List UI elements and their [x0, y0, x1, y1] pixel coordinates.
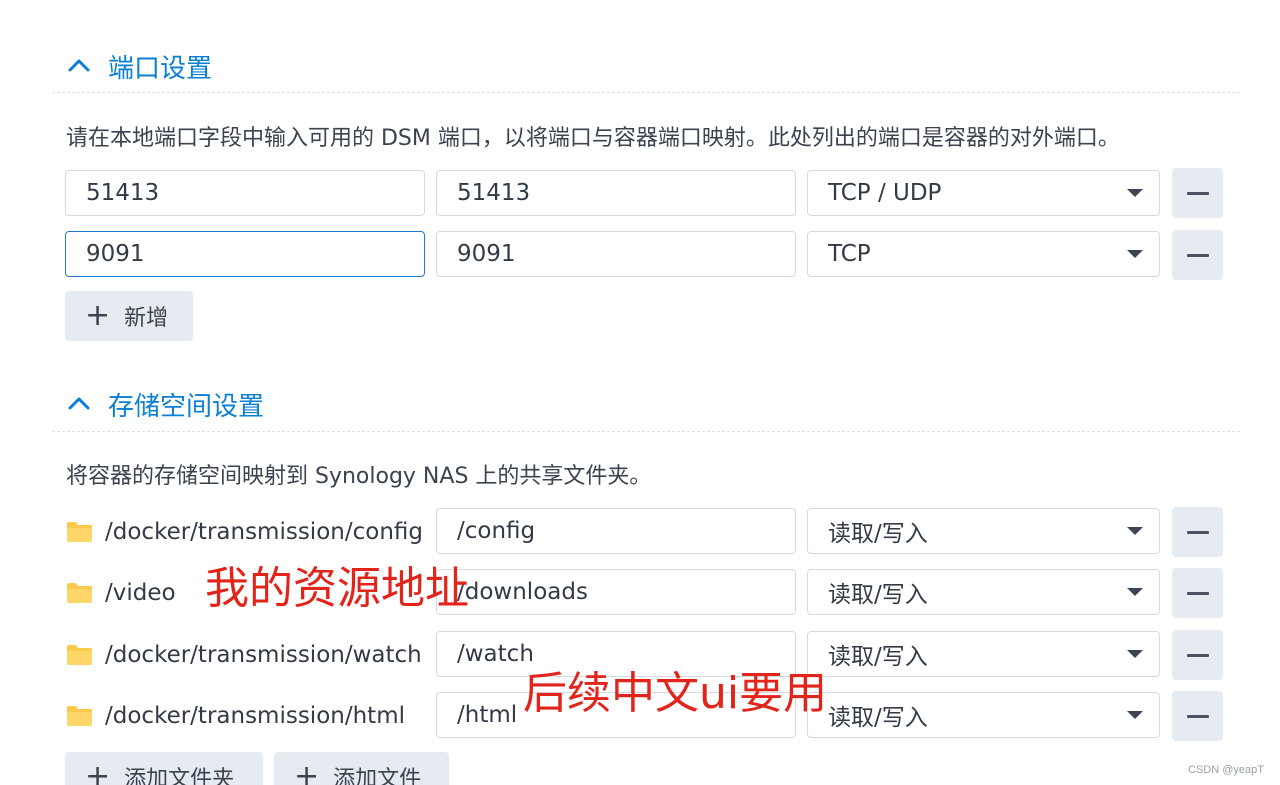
local-port-input[interactable]: 9091 — [65, 231, 425, 277]
folder-path-cell[interactable]: /docker/transmission/watch — [66, 632, 427, 678]
permission-select[interactable]: 读取/写入 — [807, 692, 1160, 738]
folder-path: /docker/transmission/html — [105, 703, 405, 729]
resource-annotation: 我的资源地址 — [205, 563, 469, 614]
container-port-input[interactable]: 9091 — [436, 231, 796, 277]
permission-value: 读取/写入 — [828, 521, 928, 547]
watermark: CSDN @yeapT — [1188, 764, 1264, 776]
add-file-label: 添加文件 — [333, 767, 422, 785]
caret-down-icon — [1127, 189, 1143, 197]
caret-down-icon — [1127, 527, 1143, 535]
storage-section-divider — [52, 431, 1240, 432]
remove-volume-button[interactable] — [1172, 691, 1223, 741]
plus-icon: + — [85, 298, 111, 333]
port-settings-description: 请在本地端口字段中输入可用的 DSM 端口，以将端口与容器端口映射。此处列出的端… — [66, 126, 1120, 151]
protocol-value: TCP — [828, 241, 871, 267]
permission-value: 读取/写入 — [828, 644, 928, 670]
minus-icon — [1186, 653, 1209, 657]
folder-icon — [66, 582, 93, 604]
protocol-select[interactable]: TCP / UDP — [807, 170, 1160, 216]
plus-icon: + — [85, 759, 111, 785]
permission-select[interactable]: 读取/写入 — [807, 631, 1160, 677]
remove-volume-button[interactable] — [1172, 568, 1223, 618]
minus-icon — [1186, 253, 1209, 257]
minus-icon — [1186, 191, 1209, 195]
folder-path-cell[interactable]: /docker/transmission/html — [66, 693, 427, 739]
container-port-input[interactable]: 51413 — [436, 170, 796, 216]
protocol-value: TCP / UDP — [828, 180, 942, 206]
add-file-button[interactable]: + 添加文件 — [274, 752, 449, 785]
storage-settings-header[interactable]: 存储空间设置 — [66, 384, 264, 424]
folder-icon — [66, 644, 93, 666]
remove-volume-button[interactable] — [1172, 507, 1223, 557]
mount-path-input[interactable]: /config — [436, 508, 796, 554]
storage-settings-description: 将容器的存储空间映射到 Synology NAS 上的共享文件夹。 — [66, 464, 652, 489]
caret-down-icon — [1127, 588, 1143, 596]
minus-icon — [1186, 714, 1209, 718]
minus-icon — [1186, 530, 1209, 534]
folder-path: /docker/transmission/config — [105, 519, 423, 545]
permission-value: 读取/写入 — [828, 582, 928, 608]
permission-select[interactable]: 读取/写入 — [807, 569, 1160, 615]
minus-icon — [1186, 591, 1209, 595]
remove-volume-button[interactable] — [1172, 630, 1223, 680]
permission-select[interactable]: 读取/写入 — [807, 508, 1160, 554]
folder-icon — [66, 705, 93, 727]
folder-path-cell[interactable]: /docker/transmission/config — [66, 509, 427, 555]
folder-path: /docker/transmission/watch — [105, 642, 422, 668]
folder-icon — [66, 521, 93, 543]
chevron-up-icon — [66, 391, 92, 417]
permission-value: 读取/写入 — [828, 705, 928, 731]
port-settings-title: 端口设置 — [108, 53, 213, 84]
port-settings-header[interactable]: 端口设置 — [66, 46, 212, 86]
add-port-button[interactable]: + 新增 — [65, 291, 193, 341]
add-port-label: 新增 — [124, 306, 169, 331]
remove-port-button[interactable] — [1172, 168, 1223, 218]
port-section-divider — [52, 92, 1240, 93]
mount-path-input[interactable]: /downloads — [436, 569, 796, 615]
caret-down-icon — [1127, 250, 1143, 258]
protocol-select[interactable]: TCP — [807, 231, 1160, 277]
container-settings-page: 端口设置 请在本地端口字段中输入可用的 DSM 端口，以将端口与容器端口映射。此… — [0, 0, 1280, 785]
add-folder-button[interactable]: + 添加文件夹 — [65, 752, 263, 785]
add-folder-label: 添加文件夹 — [124, 767, 235, 785]
ui-annotation: 后续中文ui要用 — [523, 668, 828, 719]
local-port-input[interactable]: 51413 — [65, 170, 425, 216]
caret-down-icon — [1127, 711, 1143, 719]
caret-down-icon — [1127, 650, 1143, 658]
storage-settings-title: 存储空间设置 — [108, 391, 265, 422]
plus-icon: + — [294, 759, 320, 785]
remove-port-button[interactable] — [1172, 230, 1223, 280]
chevron-up-icon — [66, 53, 92, 79]
